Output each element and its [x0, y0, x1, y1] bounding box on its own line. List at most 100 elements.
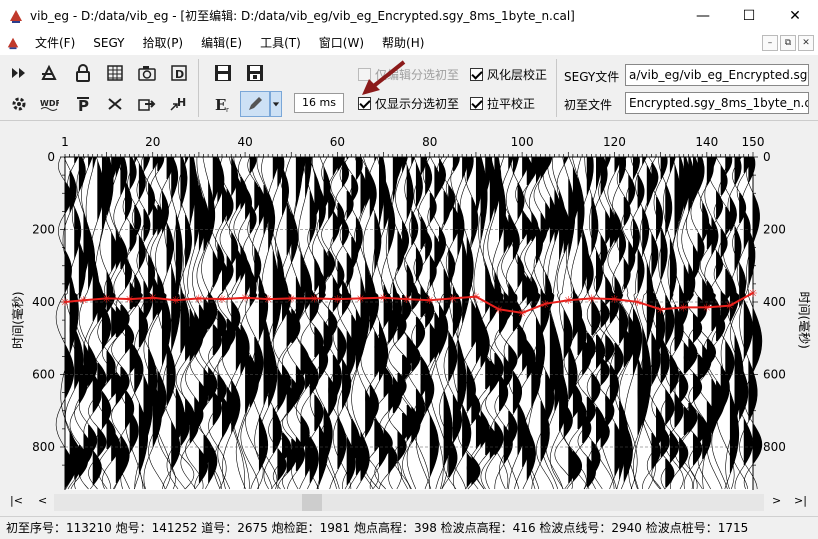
p-icon[interactable]: P — [70, 91, 96, 117]
export-icon[interactable] — [134, 91, 160, 117]
y-axis-label-left: 时间(毫秒) — [10, 291, 25, 348]
svg-text:r: r — [226, 106, 229, 114]
mdi-close-button[interactable]: ✕ — [798, 35, 814, 51]
pick-arrow-icon[interactable] — [36, 60, 62, 86]
only-show-sorted-label: 仅显示分选初至 — [375, 97, 460, 111]
camera-icon[interactable] — [134, 60, 160, 86]
first-break-pick: ✳ — [541, 298, 550, 311]
x-tick-label: 120 — [603, 135, 626, 149]
save-icon[interactable] — [210, 60, 236, 86]
x-tick-label: 140 — [695, 135, 718, 149]
close-button[interactable]: ✕ — [772, 0, 818, 31]
first-break-file-field[interactable]: Encrypted.sgy_8ms_1byte_n.cal — [625, 92, 809, 114]
wdf-icon[interactable]: WDF — [36, 91, 62, 117]
x-tick-label: 100 — [511, 135, 534, 149]
menu-tools[interactable]: 工具(T) — [251, 33, 310, 53]
y-left-tick-label: 0 — [47, 150, 55, 164]
scroll-first-button[interactable]: |< — [10, 494, 23, 507]
menu-pick[interactable]: 拾取(P) — [134, 33, 193, 53]
first-break-pick: ✳ — [240, 292, 249, 305]
y-left-tick-label: 400 — [32, 295, 55, 309]
first-break-pick: ✳ — [587, 292, 596, 305]
cross-arrows-icon[interactable] — [102, 91, 128, 117]
weathering-correction-checkbox[interactable]: 风化层校正 — [470, 66, 547, 83]
dropdown-icon[interactable] — [270, 91, 282, 117]
only-show-sorted-box — [358, 97, 371, 110]
scroll-right-button[interactable]: > — [772, 494, 781, 507]
mdi-restore-button[interactable]: ⧉ — [780, 35, 796, 51]
first-break-pick: ✳ — [448, 292, 457, 305]
interval-field[interactable]: 16 ms — [294, 93, 344, 113]
only-show-sorted-checkbox[interactable]: 仅显示分选初至 — [358, 95, 459, 112]
first-break-pick: ✳ — [402, 293, 411, 306]
first-break-pick: ✳ — [564, 294, 573, 307]
maximize-button[interactable]: ☐ — [726, 0, 772, 31]
y-right-tick-label: 800 — [763, 440, 786, 454]
seismic-plot-svg[interactable]: 1 20 40 60 80 100 120 140 1500 0200 200400 400600 60… — [0, 122, 818, 490]
svg-text:P: P — [78, 97, 89, 114]
first-break-pick: ✳ — [310, 292, 319, 305]
first-break-pick: ✳ — [633, 296, 642, 309]
doc-icon — [7, 37, 19, 50]
save-as-icon[interactable] — [242, 60, 268, 86]
segy-file-field[interactable]: a/vib_eg/vib_eg_Encrypted.sgy — [625, 64, 809, 86]
first-break-pick: ✳ — [702, 301, 711, 314]
y-right-tick-label: 600 — [763, 368, 786, 382]
scroll-last-button[interactable]: >| — [794, 494, 807, 507]
first-break-pick: ✳ — [518, 307, 527, 320]
menu-file[interactable]: 文件(F) — [26, 33, 84, 53]
title-bar: vib_eg - D:/data/vib_eg - [初至编辑: D:/data… — [0, 0, 818, 31]
menu-help[interactable]: 帮助(H) — [373, 33, 433, 53]
y-right-tick-label: 0 — [763, 150, 771, 164]
menu-window[interactable]: 窗口(W) — [310, 33, 373, 53]
mdi-minimize-button[interactable]: – — [762, 35, 778, 51]
svg-text:H: H — [177, 96, 186, 109]
first-break-pick: ✳ — [125, 293, 134, 306]
h-icon[interactable]: H — [166, 91, 192, 117]
toolbar: D WDF P H Er 16 ms 仅编辑分选初至 仅显示分选初至 风化层校正… — [0, 55, 818, 121]
first-break-pick: ✳ — [379, 292, 388, 305]
first-break-pick: ✳ — [748, 287, 757, 300]
y-left-tick-label: 200 — [32, 223, 55, 237]
menu-segy[interactable]: SEGY — [84, 33, 133, 53]
scroll-thumb[interactable] — [302, 494, 322, 511]
y-left-tick-label: 600 — [32, 368, 55, 382]
annotation-arrow-icon — [362, 60, 406, 95]
segy-file-label: SEGY文件 — [564, 70, 620, 84]
lock-icon[interactable] — [70, 60, 96, 86]
first-break-pick: ✳ — [194, 292, 203, 305]
x-tick-label: 60 — [330, 135, 345, 149]
first-break-pick: ✳ — [333, 293, 342, 306]
flatten-label: 拉平校正 — [487, 97, 536, 111]
first-break-pick: ✳ — [425, 294, 434, 307]
scroll-left-button[interactable]: < — [38, 494, 47, 507]
settings-gear-icon[interactable] — [6, 91, 32, 117]
fast-forward-icon[interactable] — [6, 60, 32, 86]
flatten-correction-checkbox[interactable]: 拉平校正 — [470, 95, 535, 112]
first-break-pick: ✳ — [171, 294, 180, 307]
first-break-pick: ✳ — [656, 303, 665, 316]
x-tick-label: 150 — [742, 135, 765, 149]
table-icon[interactable] — [102, 60, 128, 86]
e-subscript-icon[interactable]: Er — [210, 91, 236, 117]
status-bar: 初至序号：113210 炮号：141252 道号：2675 炮检距：1981 炮… — [0, 516, 818, 539]
weathering-box — [470, 68, 483, 81]
flatten-box — [470, 97, 483, 110]
seismic-trace-fill — [753, 193, 762, 463]
pencil-icon[interactable] — [240, 91, 270, 117]
first-break-pick: ✳ — [610, 293, 619, 306]
seismic-plot[interactable]: 1 20 40 60 80 100 120 140 150 0 0 200 200 400 400 600 60… — [0, 122, 818, 490]
menu-edit[interactable]: 编辑(E) — [192, 33, 251, 53]
y-axis-label-right: 时间(毫秒) — [797, 291, 812, 348]
x-tick-label: 80 — [422, 135, 437, 149]
minimize-button[interactable]: — — [680, 0, 726, 31]
first-break-file-label: 初至文件 — [564, 98, 613, 112]
scroll-track[interactable] — [54, 494, 764, 511]
horizontal-scrollbar[interactable]: |< < > >| — [0, 491, 818, 514]
first-break-pick: ✳ — [471, 291, 480, 304]
first-break-pick: ✳ — [494, 303, 503, 316]
x-tick-label: 1 — [61, 135, 69, 149]
disk-d-icon[interactable]: D — [166, 60, 192, 86]
first-break-pick: ✳ — [679, 301, 688, 314]
svg-text:WDF: WDF — [40, 99, 59, 108]
